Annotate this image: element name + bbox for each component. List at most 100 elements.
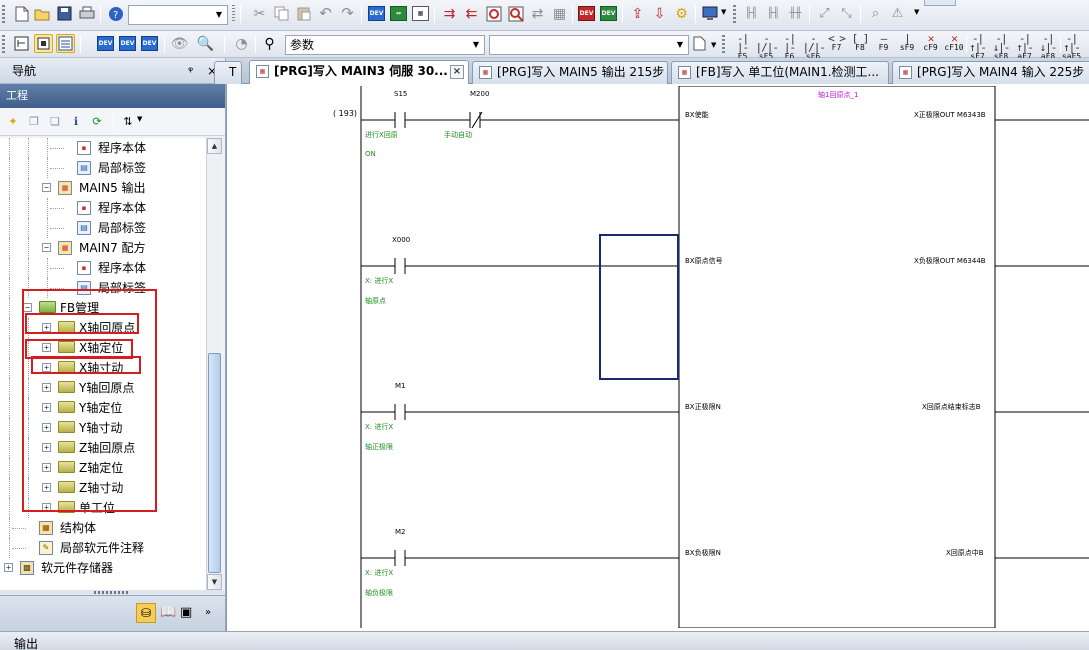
zoom-icon[interactable]: 🔍: [196, 34, 215, 53]
search-box-edge[interactable]: [924, 0, 956, 6]
scroll-down-icon[interactable]: ▼: [207, 574, 222, 590]
ladder-key-sf9[interactable]: | sF9: [897, 33, 918, 56]
output-bar[interactable]: 输出: [0, 631, 1089, 650]
read-from-plc-icon[interactable]: ⇇: [462, 4, 481, 23]
write-to-plc-icon[interactable]: ⇉: [440, 4, 459, 23]
collapse-icon[interactable]: −: [42, 183, 51, 192]
device-test-icon[interactable]: DEV: [577, 4, 596, 23]
ladder-coil-icon[interactable]: ╟╢: [764, 4, 783, 23]
list-mode-icon[interactable]: [56, 34, 75, 53]
ladder-del-icon[interactable]: ⤢: [815, 4, 834, 23]
secondary-combo[interactable]: ▼: [489, 35, 689, 55]
redo-icon[interactable]: ↷: [338, 4, 357, 23]
tab[interactable]: ▦ [PRG]写入 MAIN4 输入 225步: [892, 61, 1089, 84]
ladder-key-f8[interactable]: [ ] F8: [850, 33, 871, 56]
tab[interactable]: ▦ [PRG]写入 MAIN5 输出 215步: [472, 61, 668, 84]
expand-icon[interactable]: +: [4, 563, 13, 572]
export-icon[interactable]: ⇩: [650, 4, 669, 23]
toolbar-combo[interactable]: ▼: [128, 5, 228, 25]
ladder-key-saf5[interactable]: -|↑|- saF5: [1061, 33, 1082, 61]
ladder-key-f5[interactable]: -| |- F5: [732, 33, 753, 61]
online-icon[interactable]: ▦: [550, 4, 569, 23]
new-file-icon[interactable]: [12, 4, 31, 23]
tree-item[interactable]: ▤ 局部标签: [0, 158, 206, 178]
sort-icon[interactable]: ⇅: [120, 113, 136, 129]
tree-item[interactable]: ▦ 结构体: [0, 518, 206, 538]
copy-icon[interactable]: [272, 4, 291, 23]
toolbar-grip[interactable]: [722, 35, 725, 53]
device-replace-icon[interactable]: ↔: [389, 4, 408, 23]
tree-item[interactable]: ▪ 程序本体: [0, 138, 206, 158]
device-statement-icon[interactable]: DEV: [118, 34, 137, 53]
parameter-combo[interactable]: 参数 ▼: [285, 35, 485, 55]
user-library-icon[interactable]: 📖: [160, 605, 176, 620]
tab-active[interactable]: ▦ [PRG]写入 MAIN3 伺服 30... ×: [249, 60, 469, 85]
stop-monitor-icon[interactable]: ⇄: [528, 4, 547, 23]
connection-icon[interactable]: ▣: [180, 605, 192, 620]
binoculars-icon[interactable]: ⚲: [260, 34, 279, 53]
ladder-key-sf8[interactable]: -|↓|- sF8: [991, 33, 1012, 61]
tab[interactable]: ▦ [FB]写入 单工位(MAIN1.检测工...: [671, 61, 889, 84]
toolbar-grip[interactable]: [2, 35, 5, 53]
ladder-key-sf7[interactable]: -|↑|- sF7: [967, 33, 988, 61]
tree-item[interactable]: − ▦ MAIN7 配方: [0, 238, 206, 258]
ladder-key-sf5[interactable]: -|/|- sF5: [756, 33, 780, 61]
settings-icon[interactable]: ⚙: [672, 4, 691, 23]
document-icon[interactable]: [690, 34, 709, 53]
chevron-down-icon[interactable]: ▼: [211, 6, 227, 24]
time-chart-icon[interactable]: ◔: [232, 34, 251, 53]
chevron-down-icon[interactable]: ▼: [711, 41, 716, 49]
save-icon[interactable]: [55, 4, 74, 23]
paste-data-icon[interactable]: ❏: [47, 113, 63, 129]
tab[interactable]: T: [214, 61, 242, 84]
ladder-editor[interactable]: ( 193) 轴1回原点_1 S15 进行X回原 ON M200 手动自动 BX…: [230, 86, 1089, 628]
scroll-thumb[interactable]: [208, 353, 221, 573]
more-icon[interactable]: »: [205, 607, 211, 618]
chevron-down-icon[interactable]: ▼: [137, 115, 142, 123]
toolbar-grip[interactable]: [2, 5, 5, 23]
ladder-key-f7[interactable]: < > F7: [826, 33, 847, 56]
ladder-key-cf9[interactable]: ✕ cF9: [920, 33, 941, 56]
ladder-mode-icon[interactable]: [12, 34, 31, 53]
paste-icon[interactable]: [294, 4, 313, 23]
ladder-key-f6[interactable]: -| |- F6: [779, 33, 800, 61]
tree-item[interactable]: ▪ 程序本体: [0, 258, 206, 278]
zoom-icon[interactable]: ⌕: [866, 4, 885, 23]
device-batch-test-icon[interactable]: DEV: [599, 4, 618, 23]
toolbar-grip[interactable]: [733, 5, 736, 23]
open-folder-icon[interactable]: [33, 4, 52, 23]
new-data-icon[interactable]: ✦: [5, 113, 21, 129]
ladder-contact-icon[interactable]: ╟╢: [742, 4, 761, 23]
help-icon[interactable]: ?: [106, 4, 125, 23]
ladder-key-af7[interactable]: -|↑|- aF7: [1014, 33, 1035, 61]
tree-item[interactable]: ▤ 局部标签: [0, 218, 206, 238]
verify-icon[interactable]: [484, 4, 503, 23]
chevron-down-icon[interactable]: ▼: [468, 36, 484, 54]
property-icon[interactable]: ℹ: [68, 113, 84, 129]
toolbar-grip[interactable]: [232, 5, 235, 23]
tree-item[interactable]: − ▦ MAIN5 输出: [0, 178, 206, 198]
copy-data-icon[interactable]: ❐: [26, 113, 42, 129]
print-icon[interactable]: [77, 4, 96, 23]
ladder-key-f9[interactable]: — F9: [873, 33, 894, 56]
monitor-icon[interactable]: [506, 4, 525, 23]
display-icon[interactable]: [700, 4, 719, 23]
refresh-icon[interactable]: ⟳: [89, 113, 105, 129]
device-batch-icon[interactable]: ▦: [411, 4, 430, 23]
chevron-down-icon[interactable]: ▼: [721, 8, 726, 16]
tree-item[interactable]: ▪ 程序本体: [0, 198, 206, 218]
ladder-key-sf6[interactable]: -|/|- sF6: [803, 33, 827, 61]
tree-item[interactable]: ✎ 局部软元件注释: [0, 538, 206, 558]
device-comment-icon[interactable]: DEV: [96, 34, 115, 53]
ladder-jump-icon[interactable]: ⤡: [837, 4, 856, 23]
chevron-down-icon[interactable]: ▼: [672, 36, 688, 54]
collapse-icon[interactable]: −: [42, 243, 51, 252]
ladder-key-cf10[interactable]: ✕ cF10: [944, 33, 965, 56]
chevron-down-icon[interactable]: ▼: [914, 8, 919, 16]
undo-icon[interactable]: ↶: [316, 4, 335, 23]
cut-icon[interactable]: ✂: [250, 4, 269, 23]
watch-icon[interactable]: 👁: [170, 34, 189, 53]
device-search-icon[interactable]: DEV: [367, 4, 386, 23]
fb-mode-icon[interactable]: [34, 34, 53, 53]
import-icon[interactable]: ⇪: [628, 4, 647, 23]
